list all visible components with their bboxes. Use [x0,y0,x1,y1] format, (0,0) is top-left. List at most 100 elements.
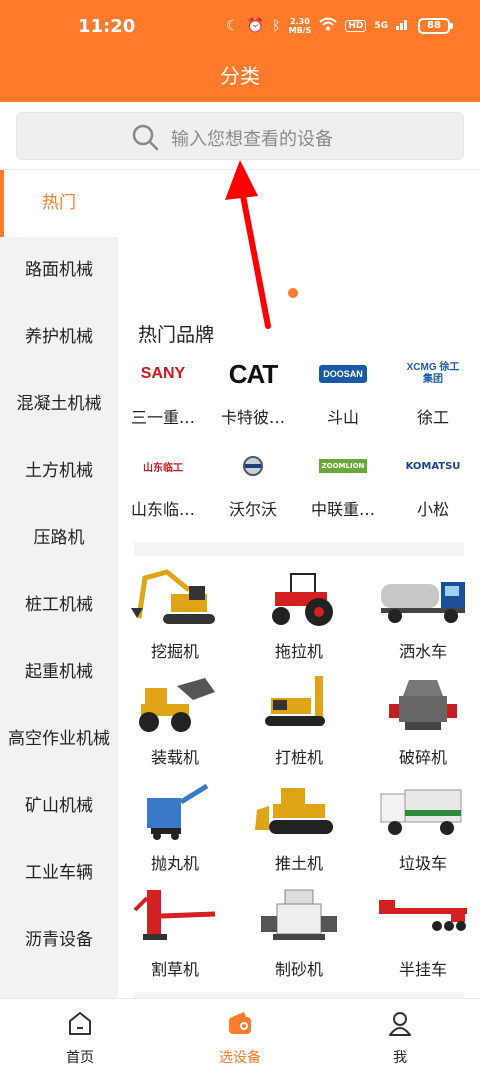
shot-blaster-icon [147,783,209,840]
brand-name: 山东临… [130,500,195,519]
brand-volvo[interactable]: 沃尔沃 [208,448,298,528]
equipment-loader[interactable]: 装载机 [123,674,227,780]
category-content: 热门品牌 SANY 三一重… CAT 卡特彼… DOOSAN 斗山 XCMG 徐… [118,170,480,998]
brand-xcmg[interactable]: XCMG 徐工集团 徐工 [388,356,478,436]
sidebar-item-maintenance-machinery[interactable]: 养护机械 [0,304,118,371]
equipment-name: 垃圾车 [398,854,447,873]
page-title: 分类 [220,64,260,88]
signal-bars-icon [396,18,410,34]
brand-komatsu[interactable]: KOMATSU 小松 [388,448,478,528]
equipment-name: 割草机 [150,960,199,979]
equipment-name: 洒水车 [398,642,447,661]
sidebar-item-road-machinery[interactable]: 路面机械 [0,237,118,304]
cat-logo-text: CAT [228,358,279,389]
volvo-logo [208,448,298,484]
network-speed: 2.30 MB/S [289,17,312,35]
lingong-logo: 山东临工 [118,448,208,484]
cat-logo: CAT [208,356,298,392]
search-placeholder: 输入您想查看的设备 [171,129,333,150]
brand-sany[interactable]: SANY 三一重… [118,356,208,436]
search-input[interactable]: 输入您想查看的设备 [16,112,464,160]
tab-me[interactable]: 我 [340,999,460,1072]
moon-icon: ☾ [226,18,239,34]
sany-logo-text: SANY [140,365,186,382]
equipment-semi-trailer[interactable]: 半挂车 [371,886,475,992]
sidebar-item-hot[interactable]: 热门 [0,170,118,237]
search-section: 输入您想查看的设备 [0,102,480,170]
brand-cat[interactable]: CAT 卡特彼… [208,356,298,436]
brand-name: 徐工 [416,408,449,427]
komatsu-logo-text: KOMATSU [405,460,461,472]
sidebar-item-lifting[interactable]: 起重机械 [0,639,118,706]
app-header: 11:20 ☾ ⏰ ᛒ 2.30 MB/S HD 5G 88 分类 [0,0,480,102]
brand-name: 三一重… [130,408,195,427]
mower-icon [133,890,216,940]
sidebar-item-industrial-vehicles[interactable]: 工业车辆 [0,840,118,907]
alarm-icon: ⏰ [246,18,265,34]
equipment-mower[interactable]: 割草机 [123,886,227,992]
tab-select-equipment[interactable]: 选设备 [180,999,300,1072]
home-icon [69,1012,91,1035]
equipment-name: 装载机 [150,748,199,767]
brand-name: 沃尔沃 [228,500,277,519]
equipment-name: 制砂机 [274,960,323,979]
sidebar-item-mining[interactable]: 矿山机械 [0,773,118,840]
user-icon [389,1012,411,1036]
equipment-name: 破碎机 [398,748,447,767]
equipment-water-truck[interactable]: 洒水车 [371,568,475,674]
sidebar-item-aerial-work[interactable]: 高空作业机械 [0,706,118,773]
sand-maker-icon [261,889,337,940]
equipment-name: 半挂车 [398,960,447,979]
equipment-name: 抛丸机 [150,854,199,873]
network-speed-unit: MB/S [288,26,312,35]
doosan-logo-text: DOOSAN [319,365,367,383]
equipment-excavator[interactable]: 挖掘机 [123,568,227,674]
brand-name: 小松 [416,500,449,519]
equipment-name: 推土机 [274,854,323,873]
loader-icon [139,678,215,732]
brand-zoomlion[interactable]: ZOOMLION 中联重… [298,448,388,528]
brand-shandong-lingong[interactable]: 山东临工 山东临… [118,448,208,528]
komatsu-logo: KOMATSU [388,448,478,484]
status-time: 11:20 [78,16,136,37]
garbage-truck-icon [380,789,462,835]
tab-label: 我 [393,1050,407,1066]
sidebar-item-earthmoving[interactable]: 土方机械 [0,438,118,505]
tab-label: 首页 [66,1050,94,1066]
network-speed-value: 2.30 [290,17,310,26]
banner-indicator-dot [288,288,298,298]
hot-brands-title: 热门品牌 [138,324,215,346]
wifi-icon [319,17,337,35]
sidebar-item-piling[interactable]: 桩工机械 [0,572,118,639]
equipment-garbage-truck[interactable]: 垃圾车 [371,780,475,886]
category-sidebar: 热门 路面机械 养护机械 混凝土机械 土方机械 压路机 桩工机械 起重机械 高空… [0,170,118,998]
tab-home[interactable]: 首页 [20,999,140,1072]
water-truck-icon [381,582,465,623]
sidebar-item-road-roller[interactable]: 压路机 [0,505,118,572]
bottom-tab-bar: 首页 选设备 我 [0,998,480,1072]
signal-icon: 5G [374,21,388,31]
brand-doosan[interactable]: DOOSAN 斗山 [298,356,388,436]
crusher-icon [389,680,457,730]
equipment-name: 打桩机 [274,748,323,767]
equipment-tractor[interactable]: 拖拉机 [247,568,351,674]
pile-driver-icon [265,676,325,726]
volvo-emblem-icon [243,456,263,476]
status-bar: 11:20 ☾ ⏰ ᛒ 2.30 MB/S HD 5G 88 [0,14,480,42]
equipment-sand-maker[interactable]: 制砂机 [247,886,351,992]
equipment-pile-driver[interactable]: 打桩机 [247,674,351,780]
sidebar-item-concrete-machinery[interactable]: 混凝土机械 [0,371,118,438]
tab-label: 选设备 [219,1050,261,1066]
zoomlion-logo: ZOOMLION [298,448,388,484]
equipment-crusher[interactable]: 破碎机 [371,674,475,780]
equipment-name: 挖掘机 [150,642,199,661]
equipment-shot-blaster[interactable]: 抛丸机 [123,780,227,886]
equipment-bulldozer[interactable]: 推土机 [247,780,351,886]
section-divider [134,542,464,556]
sidebar-item-asphalt[interactable]: 沥青设备 [0,907,118,974]
xcmg-logo: XCMG 徐工集团 [388,356,478,392]
brand-name: 斗山 [326,408,359,427]
equipment-name: 拖拉机 [274,642,323,661]
hd-badge: HD [345,20,367,32]
wallet-icon [229,1012,251,1034]
